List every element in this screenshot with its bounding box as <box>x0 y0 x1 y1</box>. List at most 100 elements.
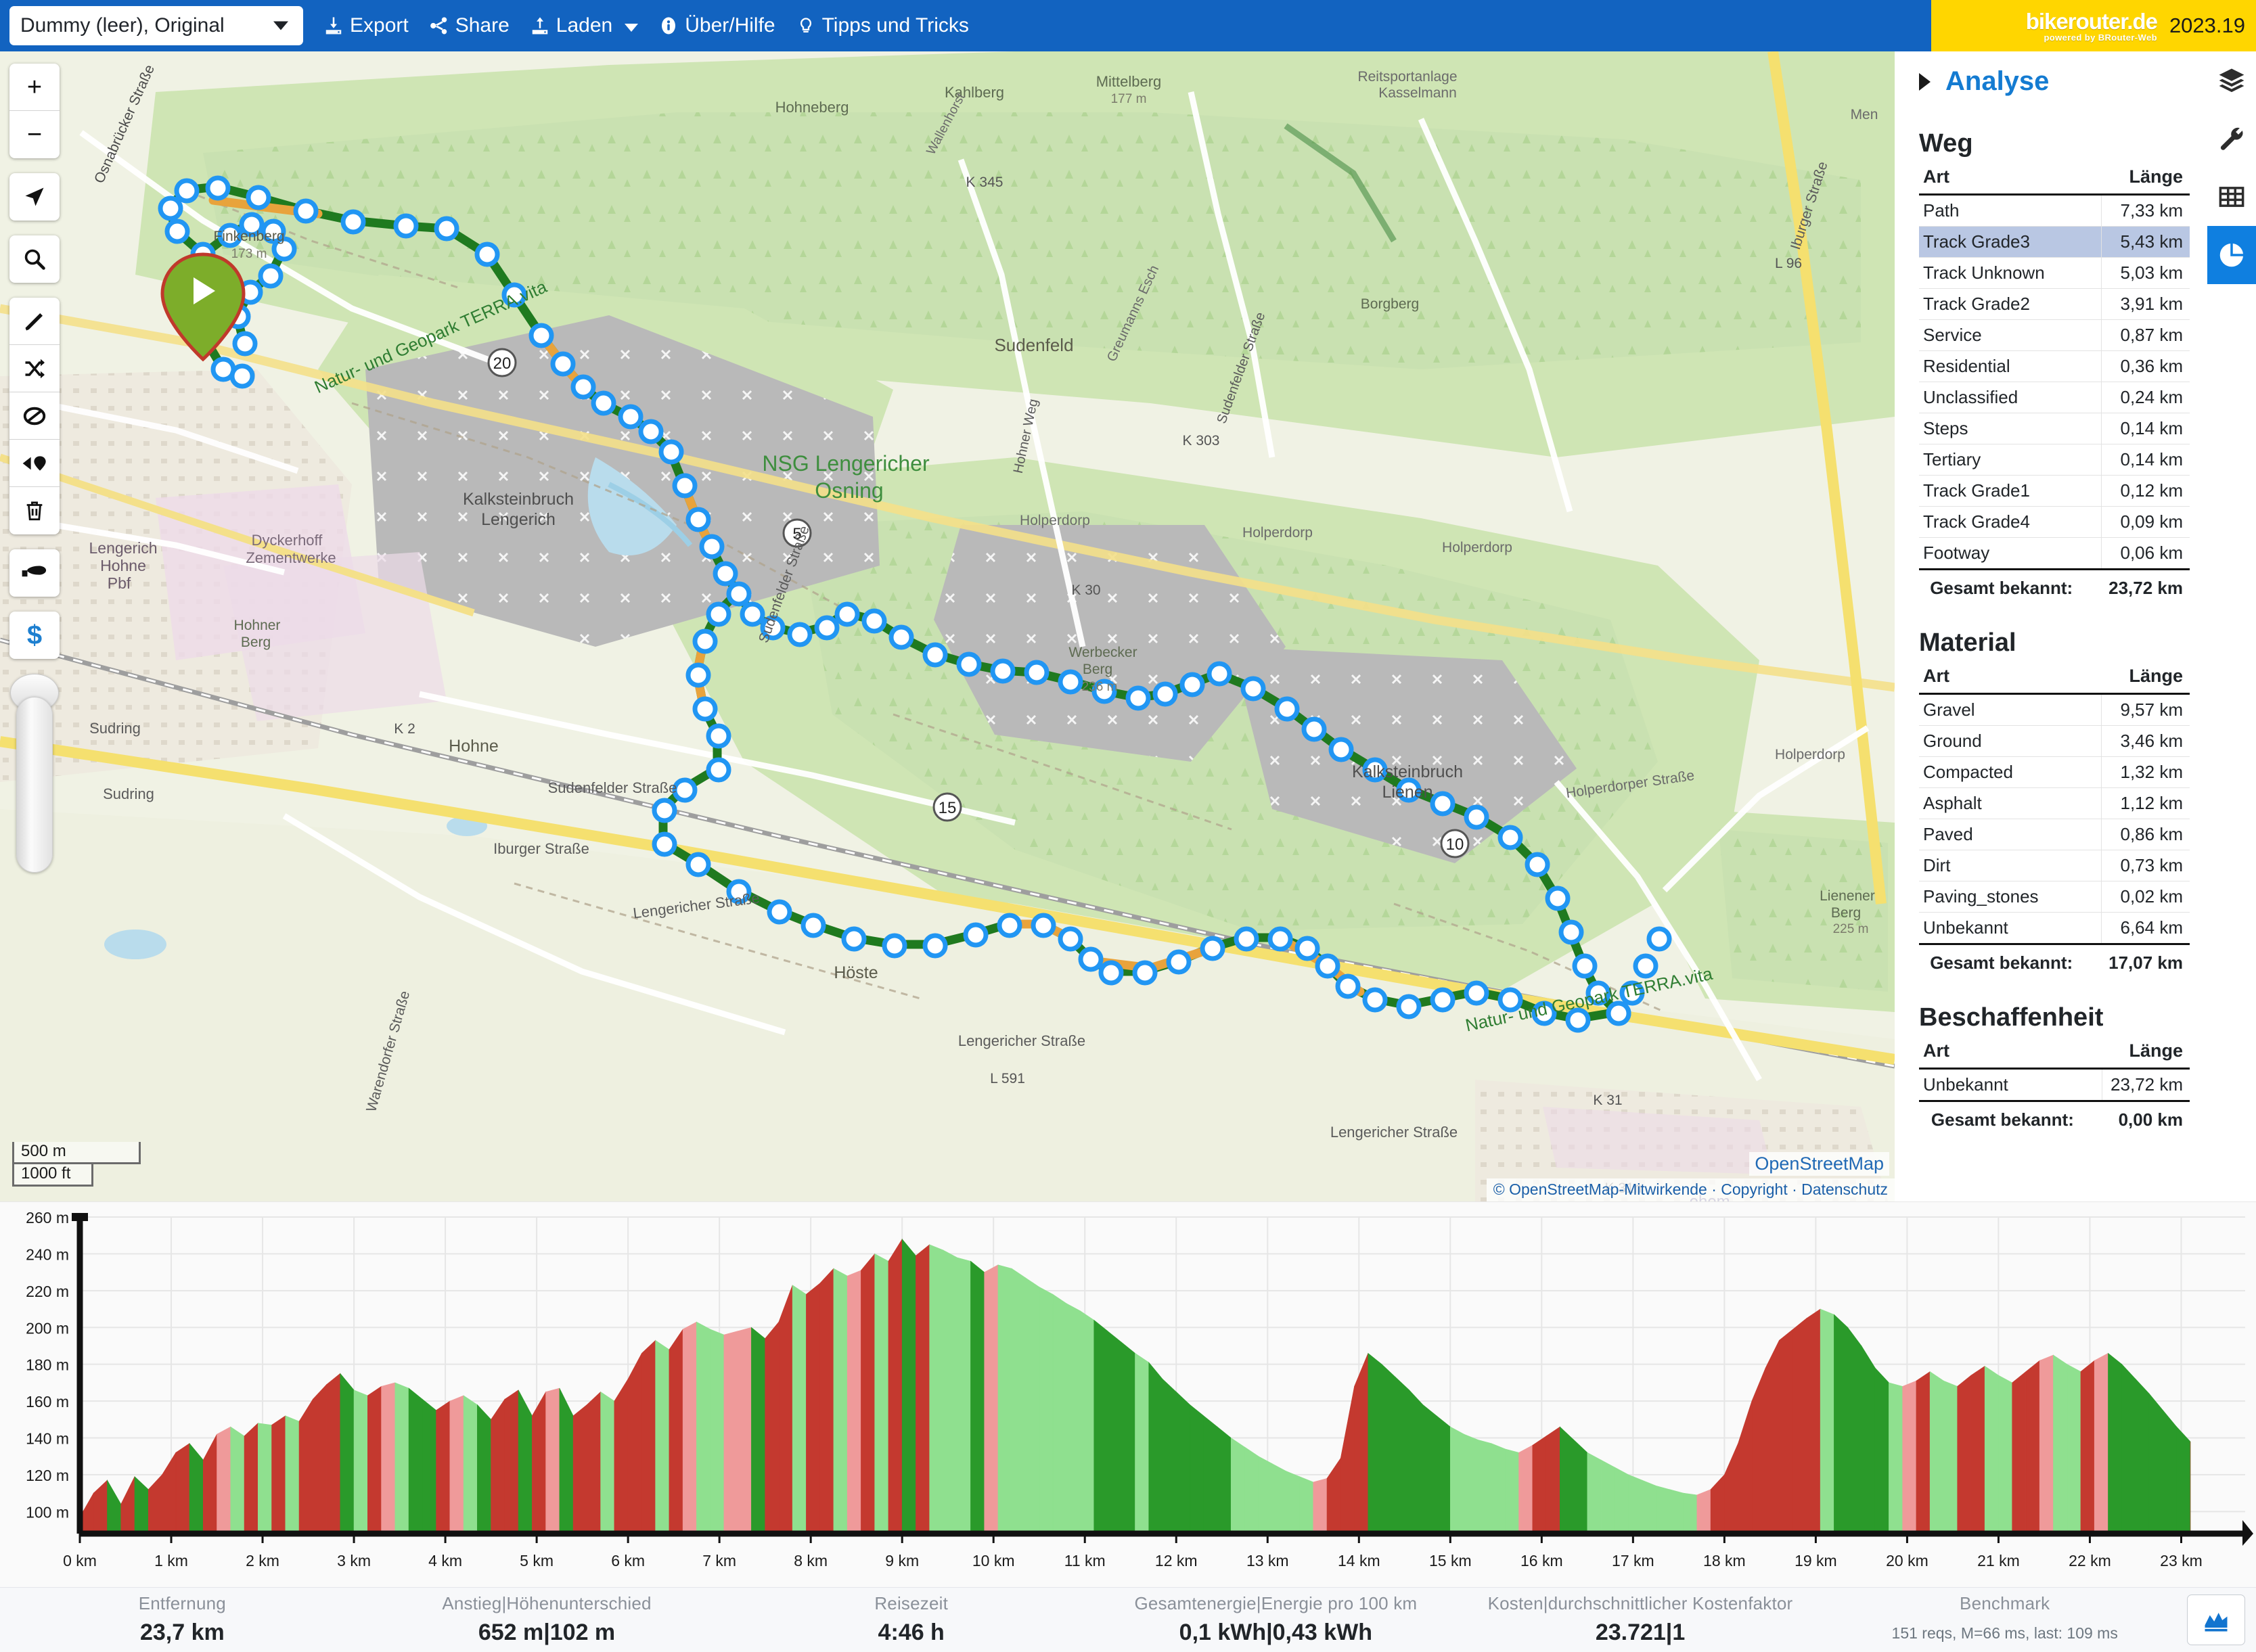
export-button[interactable]: Export <box>323 14 409 37</box>
route-waypoint[interactable] <box>1240 676 1266 702</box>
reverse-route-button[interactable] <box>9 345 60 392</box>
search-button[interactable] <box>9 235 60 283</box>
route-waypoint[interactable] <box>699 534 725 559</box>
settings-button[interactable] <box>2207 110 2256 168</box>
route-waypoint[interactable] <box>692 628 718 654</box>
route-waypoint[interactable] <box>1132 960 1158 986</box>
route-waypoint[interactable] <box>706 601 731 627</box>
table-row[interactable]: Track Grade1 0,12 km <box>1919 475 2190 507</box>
profile-select[interactable]: Dummy (leer), Original <box>9 6 303 45</box>
elevation-chart-svg[interactable]: 100 m 120 m 140 m 160 m 180 m 200 m 220 m 240 m… <box>0 1202 2256 1588</box>
route-waypoint[interactable] <box>570 374 596 400</box>
route-waypoint[interactable] <box>814 615 840 641</box>
route-waypoint[interactable] <box>393 213 419 239</box>
route-waypoint[interactable] <box>1234 926 1259 952</box>
table-row[interactable]: Tertiary 0,14 km <box>1919 444 2190 476</box>
route-waypoint[interactable] <box>1166 949 1192 975</box>
route-waypoint[interactable] <box>841 926 867 952</box>
route-waypoint[interactable] <box>1525 852 1550 877</box>
route-waypoint[interactable] <box>692 696 718 722</box>
route-waypoint[interactable] <box>1078 946 1104 972</box>
route-waypoint[interactable] <box>685 507 711 532</box>
route-waypoint[interactable] <box>1396 994 1422 1019</box>
route-waypoint[interactable] <box>706 757 731 783</box>
route-waypoint[interactable] <box>618 404 644 430</box>
layers-button[interactable] <box>2207 51 2256 110</box>
route-waypoint[interactable] <box>1430 987 1456 1013</box>
draw-route-button[interactable] <box>9 298 60 345</box>
route-waypoint[interactable] <box>1328 737 1354 762</box>
route-waypoint[interactable] <box>767 899 792 925</box>
route-waypoint[interactable] <box>882 933 907 959</box>
waypoint-button[interactable] <box>9 440 60 487</box>
route-waypoint[interactable] <box>1430 791 1456 817</box>
route-waypoint[interactable] <box>1200 936 1225 961</box>
route-waypoint[interactable] <box>740 601 765 627</box>
table-row[interactable]: Track Grade2 3,91 km <box>1919 288 2190 320</box>
cost-group[interactable]: $ <box>9 612 60 659</box>
table-row[interactable]: Unbekannt 6,64 km <box>1919 912 2190 944</box>
table-row[interactable]: Compacted 1,32 km <box>1919 756 2190 788</box>
route-waypoint[interactable] <box>1179 672 1205 697</box>
route-waypoint[interactable] <box>1058 669 1083 695</box>
route-waypoint[interactable] <box>1125 685 1151 711</box>
route-waypoint[interactable] <box>922 933 948 959</box>
zoom-controls[interactable]: + − <box>9 64 60 158</box>
route-waypoint[interactable] <box>713 561 738 587</box>
route-waypoint[interactable] <box>685 662 711 688</box>
route-waypoint[interactable] <box>834 601 860 627</box>
table-row[interactable]: Ground 3,46 km <box>1919 725 2190 757</box>
share-button[interactable]: Share <box>429 14 510 37</box>
route-waypoint[interactable] <box>1497 825 1523 850</box>
table-row[interactable]: Unbekannt 23,72 km <box>1919 1068 2190 1101</box>
nogo-area-button[interactable] <box>9 392 60 440</box>
route-waypoint[interactable] <box>997 913 1022 938</box>
route-waypoint[interactable] <box>1058 926 1083 952</box>
route-waypoint[interactable] <box>990 658 1016 684</box>
route-waypoint[interactable] <box>293 198 319 224</box>
route-waypoint[interactable] <box>1024 660 1050 685</box>
locate-group[interactable] <box>9 173 60 221</box>
pointer-group[interactable] <box>9 549 60 597</box>
table-button[interactable] <box>2207 168 2256 226</box>
locate-button[interactable] <box>9 173 60 221</box>
toggle-elevation-button[interactable] <box>2187 1594 2245 1645</box>
table-row[interactable]: Service 0,87 km <box>1919 319 2190 351</box>
route-waypoint[interactable] <box>246 185 271 210</box>
table-row[interactable]: Track Grade4 0,09 km <box>1919 506 2190 538</box>
map-toolbar[interactable]: + − $ <box>9 64 60 873</box>
route-waypoint[interactable] <box>591 390 616 416</box>
route-waypoint[interactable] <box>1558 919 1584 945</box>
tips-tricks-button[interactable]: Tipps und Tricks <box>796 14 969 37</box>
table-row[interactable]: Paved 0,86 km <box>1919 819 2190 850</box>
route-waypoint[interactable] <box>672 777 698 803</box>
route-waypoint[interactable] <box>1464 804 1489 830</box>
cost-button[interactable]: $ <box>9 612 60 659</box>
zoom-out-button[interactable]: − <box>9 111 60 158</box>
table-row[interactable]: Paving_stones 0,02 km <box>1919 881 2190 913</box>
opacity-slider-track[interactable] <box>16 697 53 873</box>
route-waypoint[interactable] <box>1633 953 1659 979</box>
table-row[interactable]: Gravel 9,57 km <box>1919 693 2190 726</box>
zoom-in-button[interactable]: + <box>9 64 60 111</box>
route-waypoint[interactable] <box>861 608 887 634</box>
osm-badge[interactable]: OpenStreetMap <box>1749 1152 1889 1176</box>
route-waypoint[interactable] <box>1294 936 1320 961</box>
route-waypoint[interactable] <box>658 439 684 465</box>
map-viewport[interactable]: 20 5 15 10 Osnabrücker Straße Finkenberg 173 … <box>0 51 1895 1201</box>
route-waypoint[interactable] <box>1301 716 1327 742</box>
laden-button[interactable]: Laden <box>530 14 639 37</box>
route-waypoint[interactable] <box>174 178 200 204</box>
route-waypoint[interactable] <box>638 419 664 444</box>
route-waypoint[interactable] <box>550 351 576 377</box>
table-row[interactable]: Unclassified 0,24 km <box>1919 382 2190 413</box>
elevation-chart[interactable]: 100 m 120 m 140 m 160 m 180 m 200 m 220 m 240 m… <box>0 1201 2256 1588</box>
route-waypoint[interactable] <box>922 642 948 668</box>
route-waypoint[interactable] <box>1315 953 1340 979</box>
route-waypoint[interactable] <box>1031 913 1056 938</box>
table-row[interactable]: Footway 0,06 km <box>1919 537 2190 570</box>
route-waypoint[interactable] <box>652 798 677 823</box>
route-waypoint[interactable] <box>1362 987 1388 1013</box>
route-waypoint[interactable] <box>1274 696 1300 722</box>
route-waypoint[interactable] <box>1572 953 1598 979</box>
